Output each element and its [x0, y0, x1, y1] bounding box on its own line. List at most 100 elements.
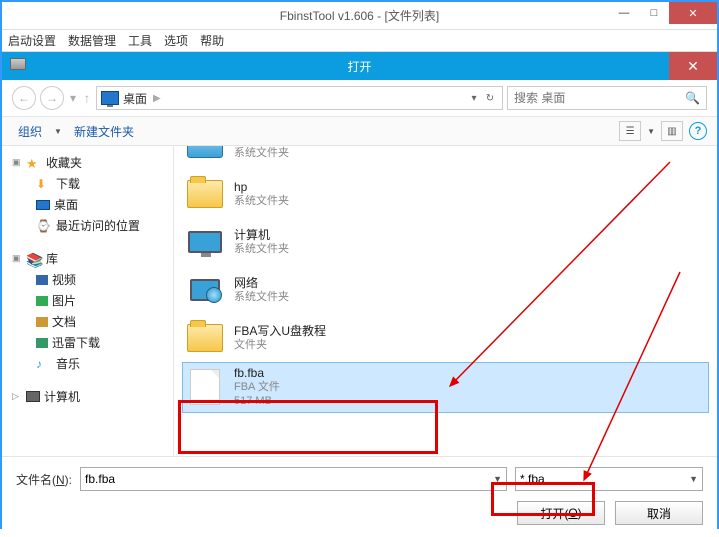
- tree-label: 下载: [56, 175, 80, 192]
- help-icon[interactable]: ?: [689, 122, 707, 140]
- tree-videos[interactable]: 视频: [6, 269, 169, 290]
- address-bar[interactable]: 桌面 ▶ ▾ ↻: [96, 86, 503, 110]
- file-icon: [190, 369, 220, 405]
- list-item-selected[interactable]: fb.fba FBA 文件 517 MB: [182, 362, 709, 413]
- filetype-filter[interactable]: *.fba ▼: [515, 467, 703, 491]
- star-icon: ★: [26, 156, 42, 170]
- item-subtext: 系统文件夹: [234, 243, 289, 257]
- item-subtext: 文件夹: [234, 339, 326, 353]
- tree-label: 图片: [52, 292, 76, 309]
- item-name: 计算机: [234, 228, 289, 243]
- button-row: 打开(O) 取消: [16, 501, 703, 525]
- new-folder-button[interactable]: 新建文件夹: [68, 121, 140, 142]
- refresh-icon[interactable]: ↻: [482, 93, 498, 104]
- tree-label: 文档: [52, 313, 76, 330]
- video-icon: [36, 275, 48, 285]
- dialog-title: 打开: [347, 58, 371, 75]
- item-size: 517 MB: [234, 395, 280, 409]
- tree-music[interactable]: ♪音乐: [6, 353, 169, 374]
- tree-favorites[interactable]: ▣ ★ 收藏夹: [6, 152, 169, 173]
- dialog-titlebar: 打开 ✕: [2, 52, 717, 80]
- back-button[interactable]: ←: [12, 86, 36, 110]
- tree-desktop[interactable]: 桌面: [6, 194, 169, 215]
- tree-pictures[interactable]: 图片: [6, 290, 169, 311]
- chevron-down-icon[interactable]: ▼: [689, 474, 698, 484]
- preview-pane-button[interactable]: ▥: [661, 121, 683, 141]
- devices-icon: [187, 146, 223, 158]
- tree-label: 库: [46, 250, 58, 267]
- collapse-icon[interactable]: ▣: [12, 157, 22, 168]
- download-icon: ⬇: [36, 177, 52, 191]
- search-input[interactable]: [514, 91, 681, 105]
- item-type: FBA 文件: [234, 381, 280, 395]
- picture-icon: [36, 296, 48, 306]
- list-item[interactable]: 计算机系统文件夹: [182, 218, 709, 266]
- cancel-button[interactable]: 取消: [615, 501, 703, 525]
- list-item[interactable]: 系统文件夹: [182, 146, 709, 170]
- tree-xunlei[interactable]: 迅雷下载: [6, 332, 169, 353]
- tree-label: 视频: [52, 271, 76, 288]
- expand-icon[interactable]: ▷: [12, 391, 22, 402]
- open-button[interactable]: 打开(O): [517, 501, 605, 525]
- minimize-button[interactable]: —: [609, 2, 639, 24]
- dialog-bottom: 文件名(N): fb.fba ▼ *.fba ▼ 打开(O) 取消: [2, 456, 717, 537]
- collapse-icon[interactable]: ▣: [12, 253, 22, 264]
- menu-boot[interactable]: 启动设置: [8, 32, 56, 49]
- network-icon: [190, 279, 220, 301]
- list-item[interactable]: hp系统文件夹: [182, 170, 709, 218]
- nav-tree[interactable]: ▣ ★ 收藏夹 ⬇ 下载 桌面 ⌚ 最近访问的位置 ▣ 📚 库 视频 图片 文档 迅…: [2, 146, 174, 456]
- tree-label: 计算机: [44, 388, 80, 405]
- drive-icon: [10, 58, 26, 70]
- organize-button[interactable]: 组织: [12, 121, 48, 142]
- tree-libraries[interactable]: ▣ 📚 库: [6, 248, 169, 269]
- chevron-right-icon[interactable]: ▶: [151, 93, 163, 104]
- menu-help[interactable]: 帮助: [200, 32, 224, 49]
- view-dropdown-icon[interactable]: ▼: [647, 127, 655, 136]
- forward-button[interactable]: →: [40, 86, 64, 110]
- search-icon[interactable]: 🔍: [685, 91, 700, 105]
- filename-label: 文件名(N):: [16, 471, 72, 488]
- window-buttons: — □ ✕: [609, 2, 717, 24]
- item-name: FBA写入U盘教程: [234, 324, 326, 339]
- item-subtext: 系统文件夹: [234, 291, 289, 305]
- toolbar: 组织 ▼ 新建文件夹 ☰ ▼ ▥ ?: [2, 116, 717, 146]
- tree-downloads[interactable]: ⬇ 下载: [6, 173, 169, 194]
- tree-label: 桌面: [54, 196, 78, 213]
- breadcrumb-location[interactable]: 桌面: [123, 90, 147, 107]
- document-icon: [36, 317, 48, 327]
- app-titlebar: FbinstTool v1.606 - [文件列表] — □ ✕: [2, 2, 717, 30]
- address-controls: ▾ ↻: [466, 93, 498, 104]
- tree-documents[interactable]: 文档: [6, 311, 169, 332]
- filename-input[interactable]: fb.fba ▼: [80, 467, 507, 491]
- item-name: 网络: [234, 276, 289, 291]
- address-dropdown-icon[interactable]: ▾: [466, 93, 482, 104]
- main-area: ▣ ★ 收藏夹 ⬇ 下载 桌面 ⌚ 最近访问的位置 ▣ 📚 库 视频 图片 文档 迅…: [2, 146, 717, 456]
- item-subtext: 系统文件夹: [234, 147, 289, 161]
- tree-label: 迅雷下载: [52, 334, 100, 351]
- tree-computer[interactable]: ▷ 计算机: [6, 386, 169, 407]
- maximize-button[interactable]: □: [639, 2, 669, 24]
- tree-label: 收藏夹: [46, 154, 82, 171]
- up-button[interactable]: ↑: [82, 91, 92, 105]
- tree-recent[interactable]: ⌚ 最近访问的位置: [6, 215, 169, 236]
- recent-icon: ⌚: [36, 219, 52, 233]
- tree-label: 最近访问的位置: [56, 217, 140, 234]
- file-list[interactable]: 系统文件夹 hp系统文件夹 计算机系统文件夹 网络系统文件夹 FBA写入U盘教程…: [174, 146, 717, 456]
- chevron-down-icon[interactable]: ▼: [493, 474, 502, 484]
- app-title: FbinstTool v1.606 - [文件列表]: [280, 7, 439, 24]
- library-icon: 📚: [26, 252, 42, 266]
- dialog-close-button[interactable]: ✕: [669, 52, 717, 80]
- folder-icon: [187, 180, 223, 208]
- list-item[interactable]: FBA写入U盘教程文件夹: [182, 314, 709, 362]
- list-item[interactable]: 网络系统文件夹: [182, 266, 709, 314]
- organize-dropdown-icon[interactable]: ▼: [54, 127, 62, 136]
- search-box[interactable]: 🔍: [507, 86, 707, 110]
- menu-options[interactable]: 选项: [164, 32, 188, 49]
- view-mode-button[interactable]: ☰: [619, 121, 641, 141]
- history-dropdown-icon[interactable]: ▾: [68, 91, 78, 105]
- xunlei-icon: [36, 338, 48, 348]
- menu-data[interactable]: 数据管理: [68, 32, 116, 49]
- folder-icon: [187, 324, 223, 352]
- close-button[interactable]: ✕: [669, 2, 717, 24]
- menu-tools[interactable]: 工具: [128, 32, 152, 49]
